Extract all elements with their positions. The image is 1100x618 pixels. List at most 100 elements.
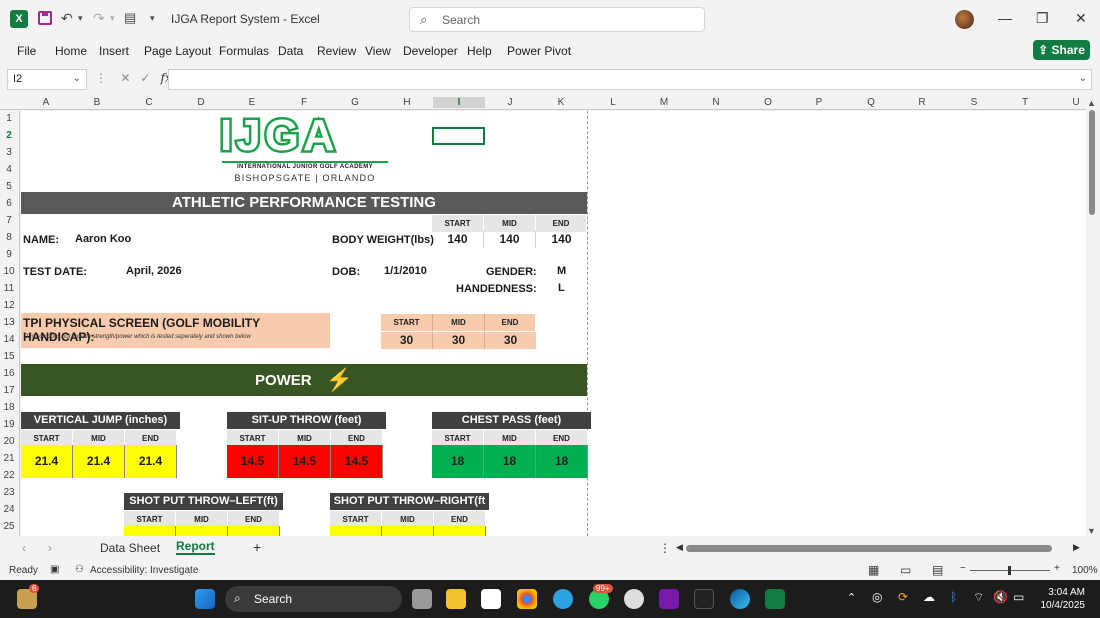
menu-home[interactable]: Home <box>55 44 87 58</box>
customize-toolbar-icon[interactable]: ▾ <box>150 13 155 24</box>
excel-taskbar-icon[interactable] <box>765 589 785 609</box>
zoom-slider-thumb[interactable] <box>1008 566 1011 575</box>
row-header-7[interactable]: 7 <box>0 215 18 226</box>
edge-icon[interactable] <box>730 589 750 609</box>
column-header-q[interactable]: Q <box>863 97 879 108</box>
row-header-23[interactable]: 23 <box>0 487 18 498</box>
menu-power-pivot[interactable]: Power Pivot <box>507 44 571 58</box>
volume-icon[interactable]: 🔇 <box>993 590 1008 604</box>
upwork-icon[interactable] <box>694 589 714 609</box>
accessibility-status[interactable]: Accessibility: Investigate <box>90 565 198 576</box>
column-header-g[interactable]: G <box>347 97 363 108</box>
row-header-22[interactable]: 22 <box>0 470 18 481</box>
row-header-9[interactable]: 9 <box>0 249 18 260</box>
selected-cell[interactable] <box>432 127 485 145</box>
onedrive-sync-icon[interactable]: ◎ <box>872 590 882 604</box>
row-header-19[interactable]: 19 <box>0 419 18 430</box>
zoom-out-icon[interactable]: − <box>960 563 966 574</box>
column-header-f[interactable]: F <box>296 97 312 108</box>
column-header-k[interactable]: K <box>553 97 569 108</box>
row-header-1[interactable]: 1 <box>0 113 18 124</box>
tab-report[interactable]: Report <box>176 539 215 555</box>
row-header-11[interactable]: 11 <box>0 283 18 294</box>
formula-input[interactable]: ⌄ <box>168 69 1092 90</box>
column-header-s[interactable]: S <box>966 97 982 108</box>
menu-data[interactable]: Data <box>278 44 303 58</box>
taskbar-search[interactable]: ⌕ Search <box>225 586 402 612</box>
update-icon[interactable]: ⟳ <box>898 590 908 604</box>
add-sheet-icon[interactable]: + <box>253 539 261 555</box>
system-clock[interactable]: 3:04 AM 10/4/2025 <box>1035 586 1086 612</box>
menu-help[interactable]: Help <box>467 44 492 58</box>
prev-sheet-icon[interactable]: ‹ <box>22 541 26 555</box>
cell-mode-icon[interactable]: ▣ <box>50 564 59 575</box>
menu-view[interactable]: View <box>365 44 391 58</box>
name-box[interactable]: I2 ⌄ <box>7 69 87 90</box>
menu-developer[interactable]: Developer <box>403 44 458 58</box>
row-header-4[interactable]: 4 <box>0 164 18 175</box>
cloud-icon[interactable]: ☁ <box>923 590 935 604</box>
row-header-20[interactable]: 20 <box>0 436 18 447</box>
column-header-r[interactable]: R <box>914 97 930 108</box>
column-header-d[interactable]: D <box>193 97 209 108</box>
row-header-24[interactable]: 24 <box>0 504 18 515</box>
avatar[interactable] <box>955 10 974 29</box>
excel-app-icon[interactable]: X <box>10 10 28 28</box>
share-button[interactable]: ⇪ Share <box>1033 40 1090 60</box>
zoom-in-icon[interactable]: + <box>1054 563 1060 574</box>
column-header-p[interactable]: P <box>811 97 827 108</box>
row-header-16[interactable]: 16 <box>0 368 18 379</box>
chatgpt-icon[interactable] <box>624 589 644 609</box>
save-icon[interactable] <box>38 11 52 25</box>
row-header-18[interactable]: 18 <box>0 402 18 413</box>
row-header-15[interactable]: 15 <box>0 351 18 362</box>
column-header-o[interactable]: O <box>760 97 776 108</box>
vertical-scrollbar[interactable] <box>1089 110 1095 215</box>
chrome-icon[interactable] <box>517 589 537 609</box>
more-options-icon[interactable]: ⋮ <box>659 541 671 555</box>
row-header-21[interactable]: 21 <box>0 453 18 464</box>
form-icon[interactable]: ▤ <box>124 10 136 26</box>
chevron-down-icon[interactable]: ⌄ <box>73 73 81 84</box>
column-header-j[interactable]: J <box>502 97 518 108</box>
minimize-icon[interactable]: — <box>998 10 1012 26</box>
page-layout-view-icon[interactable]: ▭ <box>900 563 911 577</box>
menu-review[interactable]: Review <box>317 44 356 58</box>
column-header-l[interactable]: L <box>605 97 621 108</box>
row-header-12[interactable]: 12 <box>0 300 18 311</box>
column-header-m[interactable]: M <box>656 97 672 108</box>
horizontal-scrollbar[interactable] <box>686 545 1052 552</box>
column-header-c[interactable]: C <box>141 97 157 108</box>
column-header-b[interactable]: B <box>89 97 105 108</box>
row-header-13[interactable]: 13 <box>0 317 18 328</box>
accessibility-icon[interactable]: ⚇ <box>75 564 84 575</box>
more-icon[interactable]: ⋮ <box>95 71 107 85</box>
task-view-icon[interactable] <box>412 589 432 609</box>
row-header-14[interactable]: 14 <box>0 334 18 345</box>
search-box[interactable]: ⌕ Search <box>409 7 705 32</box>
scroll-down-icon[interactable]: ▼ <box>1087 526 1096 536</box>
row-header-17[interactable]: 17 <box>0 385 18 396</box>
normal-view-icon[interactable]: ▦ <box>868 563 879 577</box>
row-header-5[interactable]: 5 <box>0 181 18 192</box>
wifi-icon[interactable]: ⌔ <box>973 590 984 605</box>
scroll-up-icon[interactable]: ▲ <box>1087 98 1096 108</box>
redo-icon[interactable]: ↷ <box>93 10 105 27</box>
row-header-10[interactable]: 10 <box>0 266 18 277</box>
onenote-icon[interactable] <box>659 589 679 609</box>
tab-data-sheet[interactable]: Data Sheet <box>100 541 160 555</box>
column-header-e[interactable]: E <box>244 97 260 108</box>
column-header-t[interactable]: T <box>1017 97 1033 108</box>
zoom-level[interactable]: 100% <box>1072 565 1098 576</box>
column-header-a[interactable]: A <box>38 97 54 108</box>
page-break-view-icon[interactable]: ▤ <box>932 563 943 577</box>
row-header-8[interactable]: 8 <box>0 232 18 243</box>
row-header-2[interactable]: 2 <box>0 130 18 141</box>
maximize-icon[interactable]: ❐ <box>1036 10 1049 27</box>
show-hidden-icons-icon[interactable]: ⌃ <box>847 591 856 604</box>
menu-formulas[interactable]: Formulas <box>219 44 269 58</box>
close-icon[interactable]: ✕ <box>1075 10 1087 27</box>
menu-file[interactable]: File <box>17 44 36 58</box>
row-header-25[interactable]: 25 <box>0 521 18 532</box>
row-header-3[interactable]: 3 <box>0 147 18 158</box>
